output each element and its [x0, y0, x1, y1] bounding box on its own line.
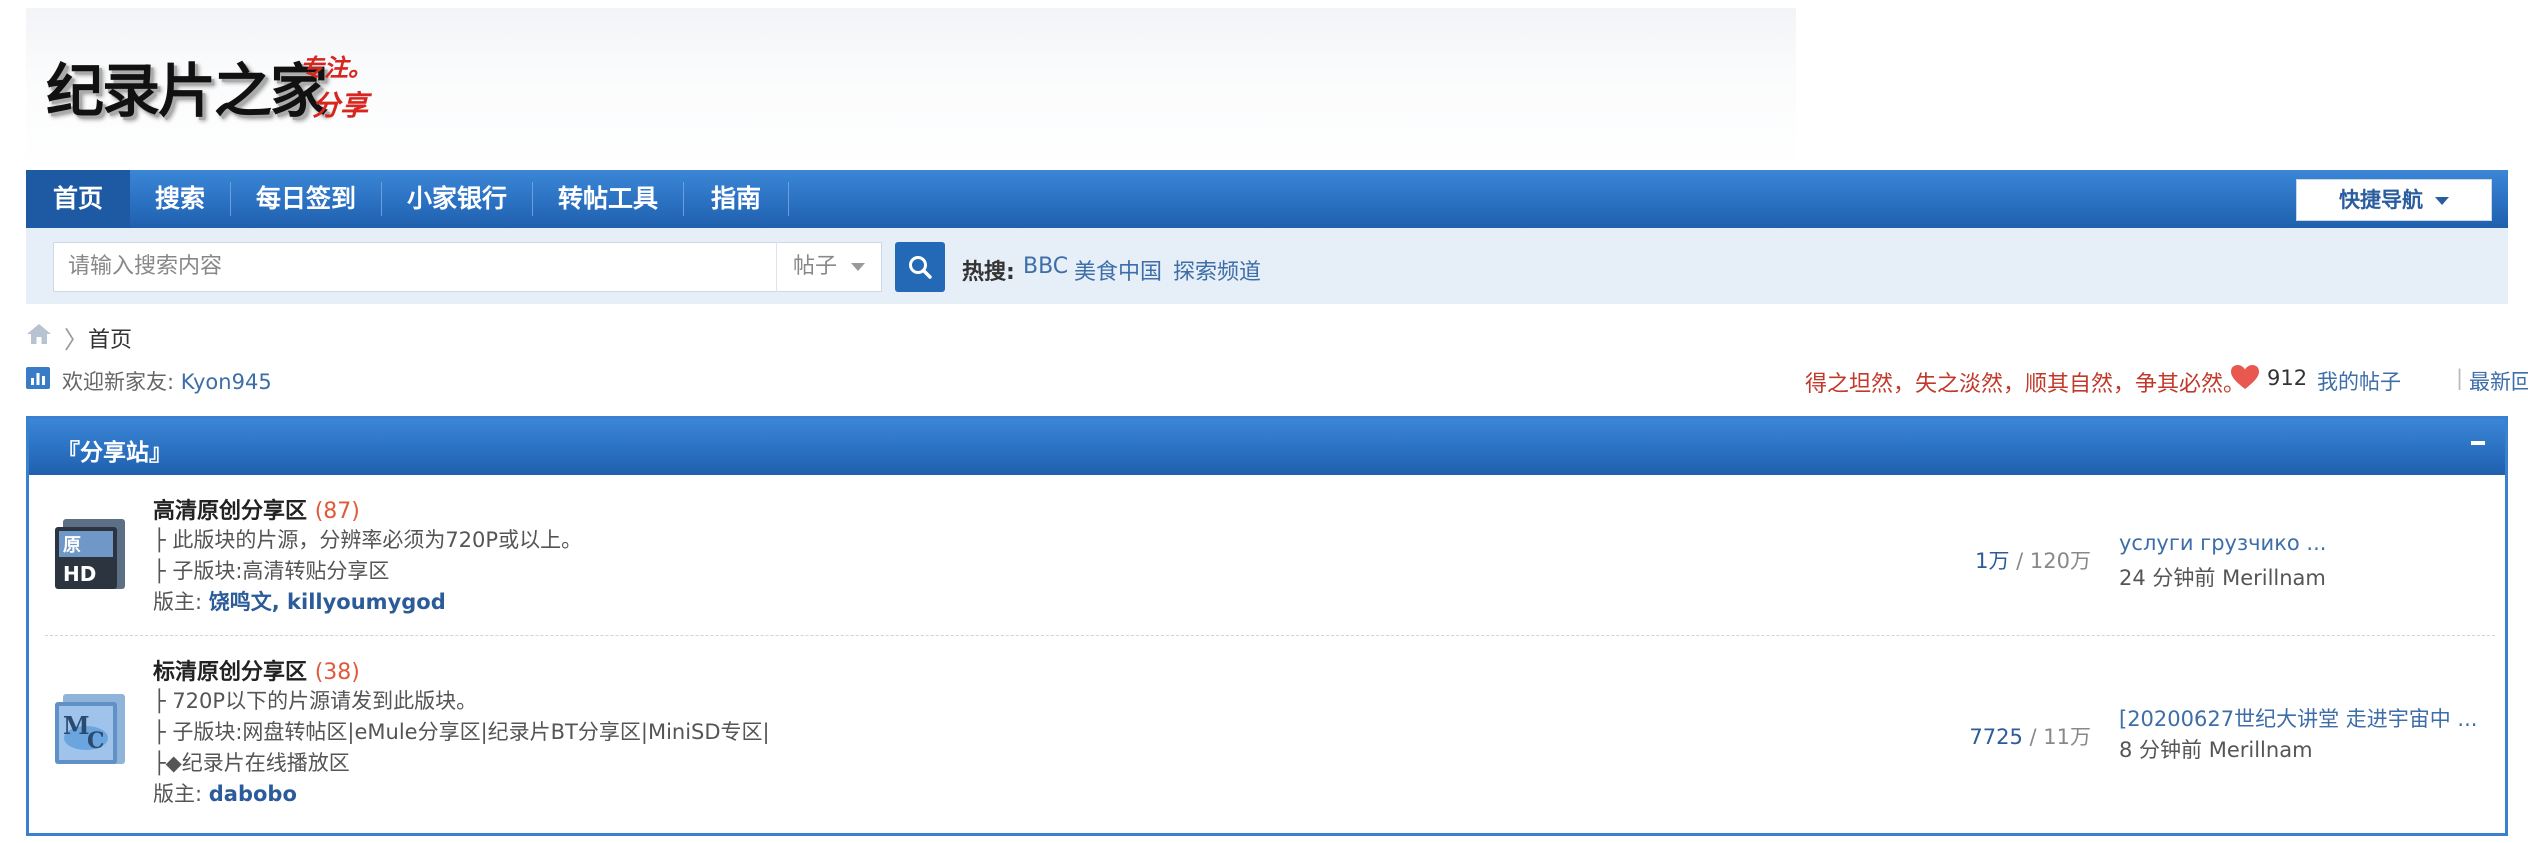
- breadcrumb-separator-icon: 〉: [64, 326, 88, 354]
- board-threads: 1万: [1975, 549, 2010, 573]
- board-posts: / 11万: [2022, 725, 2091, 749]
- moderator-links[interactable]: 饶鸣文, killyoumygod: [209, 590, 446, 614]
- last-post-meta: 8 分钟前 Merillnam: [2119, 738, 2313, 762]
- search-icon: [909, 256, 932, 279]
- board-description: ├ 720P以下的片源请发到此版块。: [153, 689, 478, 713]
- moderators-label: 版主:: [153, 782, 209, 806]
- search-bar: 请输入搜索内容 帖子 热搜: BBC 美食中国 探索频道: [26, 228, 2508, 304]
- heart-icon: [2231, 365, 2259, 389]
- nav-daily-checkin[interactable]: 每日签到: [231, 170, 381, 228]
- logo-text: 纪录片之家: [46, 57, 328, 125]
- chevron-down-icon: [2435, 197, 2449, 205]
- board-name[interactable]: 高清原创分享区 (87): [153, 493, 360, 525]
- forum-board-row: 原 HD 高清原创分享区 (87) ├ 此版块的片源，分辨率必须为720P或以上…: [29, 475, 2505, 635]
- breadcrumb-home[interactable]: 首页: [88, 322, 132, 354]
- link-divider: |: [2456, 366, 2464, 390]
- new-member-link[interactable]: Kyon945: [181, 370, 272, 394]
- user-motto: 得之坦然，失之淡然，顺其自然，争其必然。: [1805, 372, 2246, 397]
- board-online-player[interactable]: ├◆纪录片在线播放区: [153, 747, 350, 777]
- svg-text:原: 原: [63, 535, 81, 556]
- board-title: 标清原创分享区: [153, 660, 308, 685]
- collapse-icon[interactable]: [2471, 441, 2485, 445]
- heart-count: 912: [2267, 366, 2308, 390]
- my-posts-link[interactable]: 我的帖子: [2317, 366, 2401, 396]
- hot-link-bbc[interactable]: BBC: [1023, 254, 1068, 279]
- board-title: 高清原创分享区: [153, 499, 308, 524]
- search-input[interactable]: 请输入搜索内容: [53, 242, 777, 292]
- board-post-count: (87): [314, 499, 360, 524]
- svg-text:HD: HD: [63, 562, 96, 586]
- main-nav: 首页 搜索 每日签到 小家银行 转帖工具 指南 快捷导航: [26, 170, 2508, 228]
- home-icon[interactable]: [26, 322, 52, 346]
- board-subforums[interactable]: ├ 子版块:高清转贴分享区: [153, 555, 389, 585]
- logo-tagline-1: 专注。: [300, 53, 372, 82]
- svg-text:C: C: [87, 728, 105, 754]
- last-post-title[interactable]: услуги грузчико ...: [2119, 531, 2326, 555]
- last-post-title[interactable]: [20200627世纪大讲堂 走进宇宙中 ...: [2119, 703, 2477, 733]
- chevron-down-icon: [851, 263, 866, 271]
- last-post-meta: 24 分钟前 Merillnam: [2119, 566, 2326, 590]
- board-description: ├ 此版块的片源，分辨率必须为720P或以上。: [153, 528, 583, 552]
- search-type-select[interactable]: 帖子: [776, 242, 882, 292]
- forum-section: 『分享站』 原 HD 高清原创分享区 (87) ├ 此版块的片源，分辨率必须为7…: [26, 416, 2508, 836]
- hot-search-label: 热搜:: [962, 260, 1015, 285]
- mc-folder-icon[interactable]: M C: [49, 688, 131, 770]
- hd-folder-icon[interactable]: 原 HD: [49, 513, 131, 595]
- search-type-value: 帖子: [793, 254, 838, 279]
- board-posts: / 120万: [2009, 549, 2091, 573]
- nav-repost-tool[interactable]: 转帖工具: [533, 170, 683, 228]
- board-moderators: 版主: dabobo: [153, 778, 297, 808]
- nav-search[interactable]: 搜索: [130, 170, 230, 228]
- board-subforums[interactable]: ├ 子版块:网盘转帖区|eMule分享区|纪录片BT分享区|MiniSD专区|: [153, 716, 770, 746]
- nav-home[interactable]: 首页: [26, 170, 130, 228]
- board-threads: 7725: [1969, 725, 2023, 749]
- svg-text:M: M: [63, 711, 90, 740]
- board-stats: 1万 / 120万: [1975, 545, 2091, 575]
- forum-section-title[interactable]: 『分享站』: [57, 433, 172, 467]
- nav-divider: [788, 182, 789, 216]
- board-stats: 7725 / 11万: [1969, 721, 2091, 751]
- quick-nav-label: 快捷导航: [2339, 188, 2423, 212]
- stats-icon: [26, 367, 50, 389]
- nav-bank[interactable]: 小家银行: [382, 170, 532, 228]
- moderators-label: 版主:: [153, 590, 209, 614]
- hot-link-food-china[interactable]: 美食中国: [1074, 254, 1162, 286]
- forum-section-header: 『分享站』: [29, 419, 2505, 475]
- board-post-count: (38): [314, 660, 360, 685]
- nav-guide[interactable]: 指南: [684, 170, 788, 228]
- welcome-message: 欢迎新家友: Kyon945: [62, 366, 272, 396]
- search-button[interactable]: [895, 242, 945, 292]
- board-name[interactable]: 标清原创分享区 (38): [153, 654, 360, 686]
- welcome-prefix: 欢迎新家友:: [62, 370, 181, 394]
- logo-tagline-2: 分享: [312, 89, 369, 122]
- hot-link-discovery[interactable]: 探索频道: [1173, 254, 1261, 286]
- board-moderators: 版主: 饶鸣文, killyoumygod: [153, 586, 446, 616]
- forum-board-row: M C 标清原创分享区 (38) ├ 720P以下的片源请发到此版块。 ├ 子版…: [29, 636, 2505, 836]
- quick-nav-button[interactable]: 快捷导航: [2296, 179, 2492, 221]
- moderator-links[interactable]: dabobo: [209, 782, 297, 806]
- latest-replies-link[interactable]: 最新回复: [2469, 366, 2528, 396]
